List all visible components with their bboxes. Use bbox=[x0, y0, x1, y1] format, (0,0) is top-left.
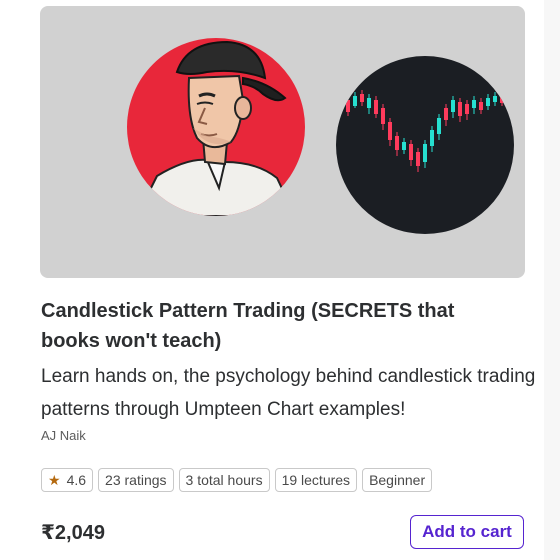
course-price: ₹2,049 bbox=[41, 522, 105, 544]
rating-badge: ★ 4.6 bbox=[41, 468, 94, 492]
add-to-cart-button[interactable]: Add to cart bbox=[410, 515, 524, 549]
candlestick-chart-graphic bbox=[346, 90, 504, 172]
course-card[interactable]: Candlestick Pattern Trading (SECRETS tha… bbox=[0, 0, 560, 560]
star-icon: ★ bbox=[48, 472, 61, 488]
instructor-name: AJ Naik bbox=[41, 428, 86, 443]
course-meta-badges: ★ 4.6 23 ratings 3 total hours 19 lectur… bbox=[41, 468, 433, 492]
ratings-count-badge: 23 ratings bbox=[98, 468, 174, 492]
instructor-avatar bbox=[127, 38, 305, 216]
course-thumbnail[interactable] bbox=[40, 6, 525, 278]
lectures-badge: 19 lectures bbox=[274, 468, 358, 492]
card-edge bbox=[544, 0, 560, 560]
course-title[interactable]: Candlestick Pattern Trading (SECRETS tha… bbox=[41, 296, 511, 356]
instructor-illustration bbox=[135, 40, 297, 216]
course-description: Learn hands on, the psychology behind ca… bbox=[41, 366, 536, 420]
rating-value: 4.6 bbox=[66, 472, 87, 488]
level-badge: Beginner bbox=[362, 468, 433, 492]
candlestick-chart-thumbnail bbox=[336, 56, 514, 234]
duration-badge: 3 total hours bbox=[178, 468, 270, 492]
